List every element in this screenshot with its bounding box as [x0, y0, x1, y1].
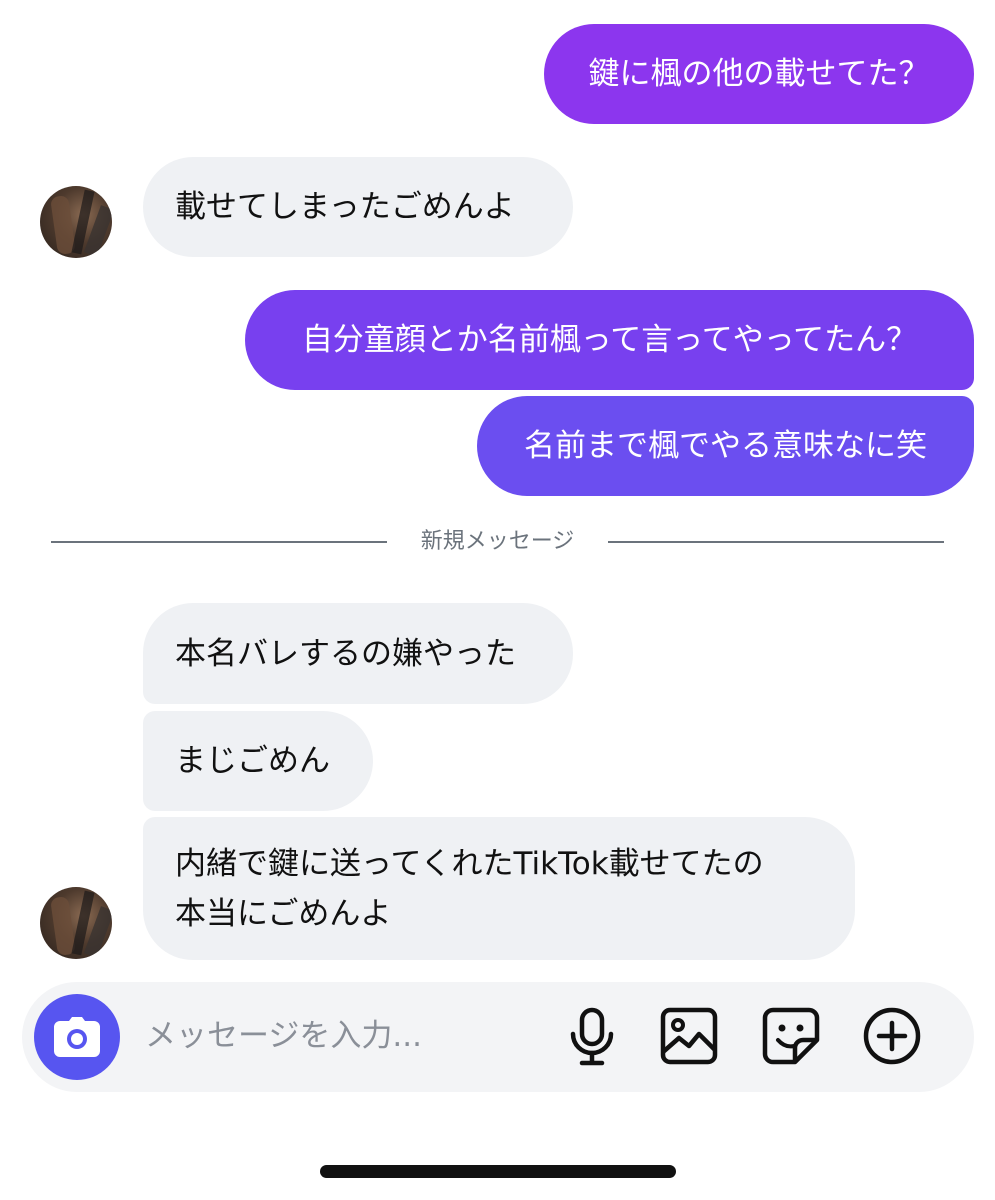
avatar[interactable]	[40, 887, 112, 959]
message-text-line: 本当にごめんよ	[175, 895, 392, 932]
image-icon[interactable]	[659, 1006, 719, 1066]
sent-message[interactable]: 名前まで楓でやる意味なに笑	[477, 396, 974, 496]
sent-message[interactable]: 自分童顔とか名前楓って言ってやってたん？	[245, 290, 974, 390]
camera-button[interactable]	[34, 994, 120, 1080]
message-text: 載せてしまったごめんよ	[175, 189, 515, 225]
home-indicator[interactable]	[320, 1165, 676, 1178]
avatar[interactable]	[40, 186, 112, 258]
message-input[interactable]: メッセージを入力...	[145, 1015, 422, 1057]
divider-line-left	[51, 541, 387, 543]
message-text: 名前まで楓でやる意味なに笑	[524, 428, 927, 464]
plus-circle-icon[interactable]	[862, 1006, 922, 1066]
received-message[interactable]: まじごめん	[143, 711, 373, 811]
message-text: まじごめん	[175, 743, 330, 779]
new-messages-divider-label: 新規メッセージ	[420, 529, 575, 554]
message-text: 本名バレするの嫌やった	[175, 635, 516, 672]
message-text: 内緒で鍵に送ってくれたTikTok載せてたの 本当にごめんよ	[175, 839, 764, 939]
sent-message[interactable]: 鍵に楓の他の載せてた？	[544, 24, 974, 124]
received-message[interactable]: 本名バレするの嫌やった	[143, 603, 573, 704]
received-message[interactable]: 載せてしまったごめんよ	[143, 157, 573, 257]
received-message[interactable]: 内緒で鍵に送ってくれたTikTok載せてたの 本当にごめんよ	[143, 817, 855, 960]
microphone-icon[interactable]	[562, 1006, 622, 1066]
message-text: 鍵に楓の他の載せてた？	[588, 56, 930, 92]
message-text: 自分童顔とか名前楓って言ってやってたん？	[301, 322, 918, 358]
divider-line-right	[608, 541, 944, 543]
message-text-line: 内緒で鍵に送ってくれたTikTok載せてたの	[175, 845, 764, 882]
sticker-icon[interactable]	[761, 1006, 821, 1066]
camera-icon	[54, 1017, 100, 1057]
